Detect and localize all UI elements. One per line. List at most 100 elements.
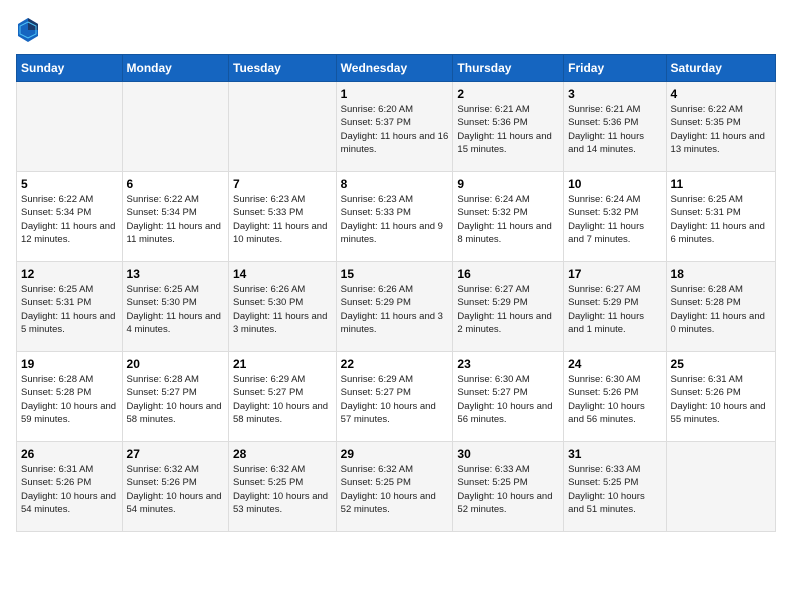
week-row-3: 12 Sunrise: 6:25 AM Sunset: 5:31 PM Dayli… [17,262,776,352]
day-info: Sunrise: 6:25 AM Sunset: 5:30 PM Dayligh… [127,283,224,336]
day-number: 25 [671,357,771,371]
day-cell: 14Sunrise: 6:26 AM Sunset: 5:30 PM Dayli… [229,262,337,352]
day-info: Sunrise: 6:20 AM Sunset: 5:37 PM Dayligh… [341,103,449,156]
day-cell: 10 Sunrise: 6:24 AM Sunset: 5:32 PM Dayli… [564,172,666,262]
day-info: Sunrise: 6:25 AM Sunset: 5:31 PM Dayligh… [671,193,771,246]
day-cell: 27 Sunrise: 6:32 AM Sunset: 5:26 PM Dayli… [122,442,228,532]
header-cell-tuesday: Tuesday [229,55,337,82]
day-number: 4 [671,87,771,101]
day-number: 23 [457,357,559,371]
day-info: Sunrise: 6:32 AM Sunset: 5:25 PM Dayligh… [233,463,332,516]
header-cell-thursday: Thursday [453,55,564,82]
day-cell: 17 Sunrise: 6:27 AM Sunset: 5:29 PM Dayli… [564,262,666,352]
day-info: Sunrise: 6:23 AM Sunset: 5:33 PM Dayligh… [341,193,449,246]
day-number: 11 [671,177,771,191]
day-number: 15 [341,267,449,281]
day-cell [229,82,337,172]
week-row-1: 1Sunrise: 6:20 AM Sunset: 5:37 PM Daylig… [17,82,776,172]
day-number: 17 [568,267,661,281]
header-cell-sunday: Sunday [17,55,123,82]
day-cell: 19 Sunrise: 6:28 AM Sunset: 5:28 PM Dayli… [17,352,123,442]
day-number: 19 [21,357,118,371]
day-info: Sunrise: 6:22 AM Sunset: 5:35 PM Dayligh… [671,103,771,156]
header-cell-saturday: Saturday [666,55,775,82]
day-info: Sunrise: 6:33 AM Sunset: 5:25 PM Dayligh… [457,463,559,516]
day-info: Sunrise: 6:26 AM Sunset: 5:30 PM Dayligh… [233,283,332,336]
day-info: Sunrise: 6:33 AM Sunset: 5:25 PM Dayligh… [568,463,661,516]
page-header [16,16,776,44]
day-info: Sunrise: 6:28 AM Sunset: 5:28 PM Dayligh… [21,373,118,426]
header-row: SundayMondayTuesdayWednesdayThursdayFrid… [17,55,776,82]
day-info: Sunrise: 6:21 AM Sunset: 5:36 PM Dayligh… [457,103,559,156]
day-cell: 31 Sunrise: 6:33 AM Sunset: 5:25 PM Dayli… [564,442,666,532]
day-number: 5 [21,177,118,191]
day-number: 27 [127,447,224,461]
day-number: 31 [568,447,661,461]
day-number: 2 [457,87,559,101]
header-cell-friday: Friday [564,55,666,82]
day-info: Sunrise: 6:26 AM Sunset: 5:29 PM Dayligh… [341,283,449,336]
logo [16,16,44,44]
day-number: 24 [568,357,661,371]
day-cell: 26 Sunrise: 6:31 AM Sunset: 5:26 PM Dayli… [17,442,123,532]
day-cell: 8 Sunrise: 6:23 AM Sunset: 5:33 PM Daylig… [336,172,453,262]
day-cell: 23 Sunrise: 6:30 AM Sunset: 5:27 PM Dayli… [453,352,564,442]
logo-icon [16,16,40,44]
day-info: Sunrise: 6:22 AM Sunset: 5:34 PM Dayligh… [127,193,224,246]
day-cell: 1Sunrise: 6:20 AM Sunset: 5:37 PM Daylig… [336,82,453,172]
calendar-header: SundayMondayTuesdayWednesdayThursdayFrid… [17,55,776,82]
day-number: 12 [21,267,118,281]
day-info: Sunrise: 6:27 AM Sunset: 5:29 PM Dayligh… [568,283,661,336]
day-number: 3 [568,87,661,101]
day-cell: 18 Sunrise: 6:28 AM Sunset: 5:28 PM Dayli… [666,262,775,352]
day-cell: 24 Sunrise: 6:30 AM Sunset: 5:26 PM Dayli… [564,352,666,442]
day-info: Sunrise: 6:30 AM Sunset: 5:26 PM Dayligh… [568,373,661,426]
day-number: 22 [341,357,449,371]
day-info: Sunrise: 6:21 AM Sunset: 5:36 PM Dayligh… [568,103,661,156]
day-info: Sunrise: 6:23 AM Sunset: 5:33 PM Dayligh… [233,193,332,246]
day-cell [122,82,228,172]
day-number: 28 [233,447,332,461]
day-cell: 20Sunrise: 6:28 AM Sunset: 5:27 PM Dayli… [122,352,228,442]
day-info: Sunrise: 6:31 AM Sunset: 5:26 PM Dayligh… [671,373,771,426]
day-cell: 30 Sunrise: 6:33 AM Sunset: 5:25 PM Dayli… [453,442,564,532]
day-info: Sunrise: 6:28 AM Sunset: 5:28 PM Dayligh… [671,283,771,336]
day-info: Sunrise: 6:32 AM Sunset: 5:26 PM Dayligh… [127,463,224,516]
day-number: 10 [568,177,661,191]
day-number: 6 [127,177,224,191]
week-row-5: 26 Sunrise: 6:31 AM Sunset: 5:26 PM Dayli… [17,442,776,532]
day-cell: 25 Sunrise: 6:31 AM Sunset: 5:26 PM Dayli… [666,352,775,442]
day-number: 26 [21,447,118,461]
day-number: 29 [341,447,449,461]
day-number: 18 [671,267,771,281]
header-cell-monday: Monday [122,55,228,82]
day-cell: 22 Sunrise: 6:29 AM Sunset: 5:27 PM Dayli… [336,352,453,442]
day-number: 21 [233,357,332,371]
day-cell [17,82,123,172]
day-info: Sunrise: 6:25 AM Sunset: 5:31 PM Dayligh… [21,283,118,336]
day-info: Sunrise: 6:24 AM Sunset: 5:32 PM Dayligh… [568,193,661,246]
day-info: Sunrise: 6:29 AM Sunset: 5:27 PM Dayligh… [233,373,332,426]
day-info: Sunrise: 6:31 AM Sunset: 5:26 PM Dayligh… [21,463,118,516]
day-info: Sunrise: 6:27 AM Sunset: 5:29 PM Dayligh… [457,283,559,336]
day-cell: 15 Sunrise: 6:26 AM Sunset: 5:29 PM Dayli… [336,262,453,352]
day-cell: 28 Sunrise: 6:32 AM Sunset: 5:25 PM Dayli… [229,442,337,532]
day-cell: 11 Sunrise: 6:25 AM Sunset: 5:31 PM Dayli… [666,172,775,262]
day-cell: 9 Sunrise: 6:24 AM Sunset: 5:32 PM Daylig… [453,172,564,262]
day-number: 9 [457,177,559,191]
day-cell: 2 Sunrise: 6:21 AM Sunset: 5:36 PM Daylig… [453,82,564,172]
day-number: 8 [341,177,449,191]
day-cell: 6 Sunrise: 6:22 AM Sunset: 5:34 PM Daylig… [122,172,228,262]
day-number: 7 [233,177,332,191]
day-number: 30 [457,447,559,461]
day-cell: 5Sunrise: 6:22 AM Sunset: 5:34 PM Daylig… [17,172,123,262]
day-cell: 7 Sunrise: 6:23 AM Sunset: 5:33 PM Daylig… [229,172,337,262]
day-number: 13 [127,267,224,281]
day-info: Sunrise: 6:29 AM Sunset: 5:27 PM Dayligh… [341,373,449,426]
day-info: Sunrise: 6:24 AM Sunset: 5:32 PM Dayligh… [457,193,559,246]
day-cell: 21 Sunrise: 6:29 AM Sunset: 5:27 PM Dayli… [229,352,337,442]
day-cell: 29Sunrise: 6:32 AM Sunset: 5:25 PM Dayli… [336,442,453,532]
day-cell: 3 Sunrise: 6:21 AM Sunset: 5:36 PM Daylig… [564,82,666,172]
day-cell: 16Sunrise: 6:27 AM Sunset: 5:29 PM Dayli… [453,262,564,352]
day-info: Sunrise: 6:30 AM Sunset: 5:27 PM Dayligh… [457,373,559,426]
